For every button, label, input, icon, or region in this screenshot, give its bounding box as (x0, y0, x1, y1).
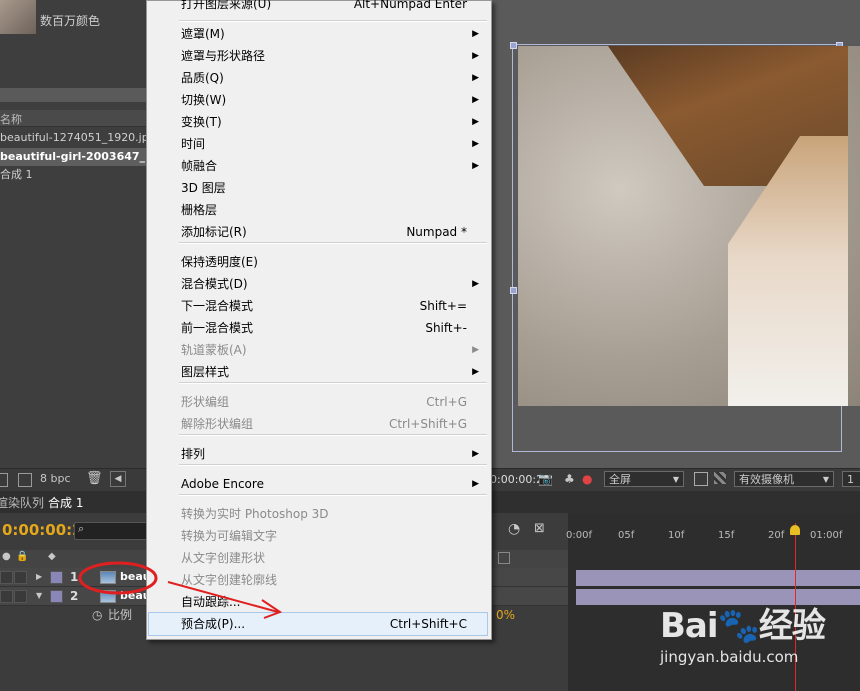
baidu-watermark: Bai🐾经验 jingyan.baidu.com (660, 598, 826, 666)
watermark-url: jingyan.baidu.com (660, 648, 799, 666)
baidu-logo: Bai🐾经验 (660, 606, 826, 646)
red-arrow-annotation (167, 581, 279, 613)
annotation-overlay (78, 561, 283, 619)
red-circle-annotation (78, 561, 158, 595)
